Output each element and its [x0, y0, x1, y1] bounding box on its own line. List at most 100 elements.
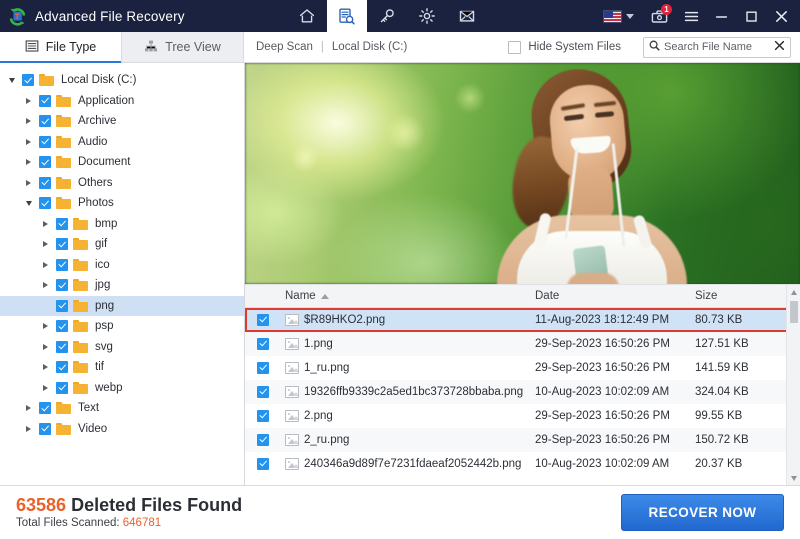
table-row[interactable]: 2_ru.png 29-Sep-2023 16:50:26 PM 150.72 KB: [245, 428, 800, 452]
tree-node-checkbox[interactable]: [56, 217, 68, 230]
chevron-right-icon[interactable]: [23, 118, 34, 125]
us-flag-icon: [603, 9, 622, 23]
tree-node-checkbox[interactable]: [56, 299, 68, 312]
tree-node-psp[interactable]: psp: [0, 316, 244, 337]
chevron-right-icon[interactable]: [23, 179, 34, 186]
tree-node-webp[interactable]: webp: [0, 378, 244, 399]
maximize-icon[interactable]: [736, 0, 766, 32]
language-selector[interactable]: [595, 9, 642, 23]
chevron-right-icon[interactable]: [23, 97, 34, 104]
chevron-up-icon[interactable]: [787, 285, 800, 299]
file-list-rows[interactable]: $R89HKO2.png 11-Aug-2023 18:12:49 PM 80.73…: [245, 308, 800, 485]
tab-file-type[interactable]: File Type: [0, 32, 122, 63]
tree-node-checkbox[interactable]: [39, 402, 51, 415]
tree-node-application[interactable]: Application: [0, 91, 244, 112]
tree-node-checkbox[interactable]: [39, 176, 51, 189]
tree-node-checkbox[interactable]: [39, 197, 51, 210]
tree-node-checkbox[interactable]: [39, 156, 51, 169]
table-row[interactable]: 19326ffb9339c2a5ed1bc373728bbaba.png 10-A…: [245, 380, 800, 404]
column-header-date[interactable]: Date: [535, 290, 695, 302]
tree-node-tif[interactable]: tif: [0, 357, 244, 378]
table-row[interactable]: 1.png 29-Sep-2023 16:50:26 PM 127.51 KB: [245, 332, 800, 356]
toolbox-icon[interactable]: 1: [642, 0, 676, 32]
tree-node-checkbox[interactable]: [56, 340, 68, 353]
tree-node-gif[interactable]: gif: [0, 234, 244, 255]
tree-node-checkbox[interactable]: [39, 94, 51, 107]
chevron-right-icon[interactable]: [40, 241, 51, 248]
chevron-right-icon[interactable]: [40, 384, 51, 391]
chevron-right-icon[interactable]: [40, 323, 51, 330]
chevron-right-icon[interactable]: [40, 220, 51, 227]
key-icon[interactable]: [367, 0, 407, 32]
close-icon[interactable]: [766, 0, 796, 32]
row-checkbox[interactable]: [245, 458, 281, 470]
table-row[interactable]: 240346a9d89f7e7231fdaeaf2052442b.png 10-A…: [245, 452, 800, 476]
minimize-icon[interactable]: [706, 0, 736, 32]
hide-system-files-checkbox[interactable]: [508, 40, 522, 54]
tree-node-bmp[interactable]: bmp: [0, 214, 244, 235]
chevron-down-icon[interactable]: [787, 471, 800, 485]
tab-tree-view[interactable]: Tree View: [122, 32, 244, 62]
chevron-right-icon[interactable]: [23, 159, 34, 166]
row-checkbox[interactable]: [245, 434, 281, 446]
chevron-right-icon[interactable]: [23, 138, 34, 145]
column-header-size[interactable]: Size: [695, 290, 800, 302]
chevron-right-icon[interactable]: [40, 282, 51, 289]
tree-node-checkbox[interactable]: [22, 74, 34, 87]
tree-node-checkbox[interactable]: [56, 361, 68, 374]
search-input[interactable]: [664, 41, 770, 53]
hide-system-files-toggle[interactable]: Hide System Files: [508, 40, 621, 54]
tree-node-checkbox[interactable]: [56, 238, 68, 251]
tree-node-video[interactable]: Video: [0, 419, 244, 440]
chevron-right-icon[interactable]: [40, 364, 51, 371]
table-row[interactable]: $R89HKO2.png 11-Aug-2023 18:12:49 PM 80.73…: [245, 308, 800, 332]
tree-node-ico[interactable]: ico: [0, 255, 244, 276]
column-header-name[interactable]: Name: [281, 290, 535, 302]
image-file-icon: [285, 434, 299, 446]
tree-node-png[interactable]: png: [0, 295, 244, 316]
search-clear-icon[interactable]: [774, 40, 785, 54]
row-checkbox[interactable]: [245, 338, 281, 350]
chevron-right-icon[interactable]: [23, 405, 34, 412]
file-list-scrollbar[interactable]: [786, 285, 800, 485]
tree-node-checkbox[interactable]: [56, 258, 68, 271]
home-icon[interactable]: [287, 0, 327, 32]
scan-mode-label: Deep Scan: [256, 41, 313, 53]
tree-node-jpg[interactable]: jpg: [0, 275, 244, 296]
tree-node-checkbox[interactable]: [39, 135, 51, 148]
row-checkbox[interactable]: [245, 410, 281, 422]
recover-now-button[interactable]: RECOVER NOW: [621, 494, 784, 531]
chevron-right-icon[interactable]: [40, 343, 51, 350]
tree-node-photos[interactable]: Photos: [0, 193, 244, 214]
tree-node-label: jpg: [95, 279, 111, 292]
tree-node-checkbox[interactable]: [39, 115, 51, 128]
scrollbar-thumb[interactable]: [789, 301, 798, 323]
tree-node-checkbox[interactable]: [39, 422, 51, 435]
search-box[interactable]: [643, 36, 791, 58]
chevron-right-icon[interactable]: [40, 261, 51, 268]
tree-node-checkbox[interactable]: [56, 279, 68, 292]
folder-tree-sidebar[interactable]: Local Disk (C:) Application Archive Audio Do…: [0, 63, 245, 485]
table-row[interactable]: 1_ru.png 29-Sep-2023 16:50:26 PM 141.59 KB: [245, 356, 800, 380]
scan-document-search-icon[interactable]: [326, 0, 367, 32]
chevron-right-icon[interactable]: [23, 425, 34, 432]
row-checkbox[interactable]: [245, 314, 281, 326]
tree-node-checkbox[interactable]: [56, 320, 68, 333]
image-file-icon: [285, 338, 299, 350]
gear-icon[interactable]: [407, 0, 447, 32]
hamburger-menu-icon[interactable]: [676, 0, 706, 32]
tree-node-svg[interactable]: svg: [0, 337, 244, 358]
tree-node-archive[interactable]: Archive: [0, 111, 244, 132]
tree-node-local-disk-c[interactable]: Local Disk (C:): [0, 70, 244, 91]
row-checkbox[interactable]: [245, 386, 281, 398]
tree-node-others[interactable]: Others: [0, 173, 244, 194]
row-checkbox[interactable]: [245, 362, 281, 374]
table-row[interactable]: 2.png 29-Sep-2023 16:50:26 PM 99.55 KB: [245, 404, 800, 428]
tree-node-audio[interactable]: Audio: [0, 132, 244, 153]
tree-node-document[interactable]: Document: [0, 152, 244, 173]
chevron-down-icon[interactable]: [6, 77, 17, 83]
envelope-icon[interactable]: [447, 0, 487, 32]
tree-node-checkbox[interactable]: [56, 381, 68, 394]
chevron-down-icon[interactable]: [23, 200, 34, 206]
tree-node-text[interactable]: Text: [0, 398, 244, 419]
